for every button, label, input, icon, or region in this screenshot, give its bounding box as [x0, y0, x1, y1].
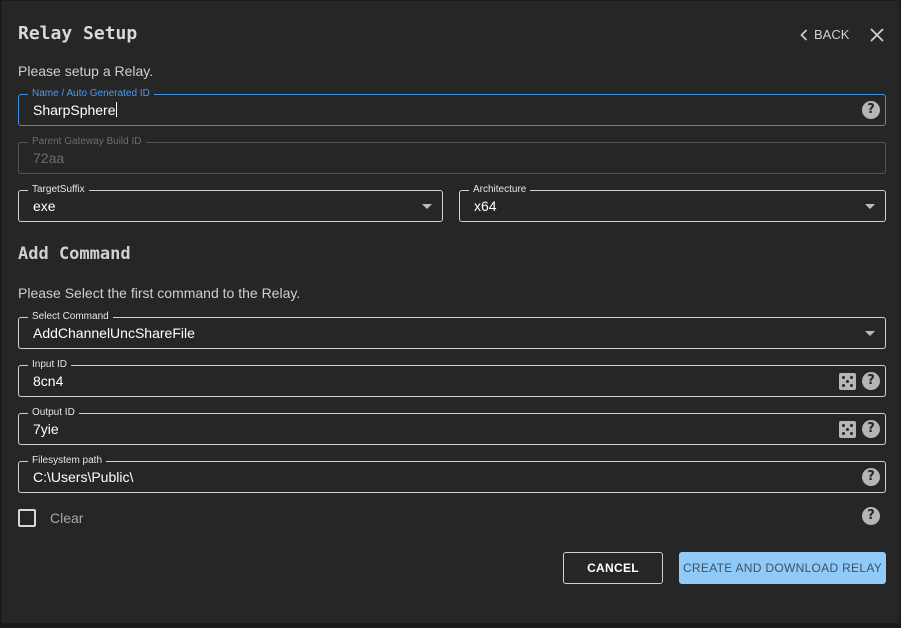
select-command-value: AddChannelUncShareFile: [33, 325, 195, 341]
relay-setup-dialog: Relay Setup BACK Please setup a Relay. N…: [2, 1, 899, 623]
input-id-value: 8cn4: [33, 373, 64, 389]
dropdown-arrow-icon: [422, 204, 432, 209]
architecture-label: Architecture: [469, 184, 531, 196]
page-title: Relay Setup: [18, 23, 138, 44]
output-id-field[interactable]: Output ID 7yie ?: [18, 407, 886, 445]
parent-gateway-build-id-field: Parent Gateway Build ID 72aa: [18, 136, 886, 174]
target-suffix-select[interactable]: TargetSuffix exe: [18, 184, 443, 222]
parent-gateway-value: 72aa: [33, 150, 65, 166]
help-icon[interactable]: ?: [862, 468, 880, 486]
output-id-label: Output ID: [28, 407, 79, 419]
select-command-label: Select Command: [28, 311, 113, 323]
help-icon[interactable]: ?: [862, 101, 880, 119]
architecture-select[interactable]: Architecture x64: [459, 184, 886, 222]
cancel-button[interactable]: CANCEL: [563, 552, 663, 584]
input-id-field[interactable]: Input ID 8cn4 ?: [18, 359, 886, 397]
dropdown-arrow-icon: [865, 331, 875, 336]
create-and-download-relay-button[interactable]: CREATE AND DOWNLOAD RELAY: [679, 552, 886, 584]
dice-icon[interactable]: [839, 421, 856, 438]
filesystem-path-field[interactable]: Filesystem path C:\Users\Public\ ?: [18, 455, 886, 493]
clear-checkbox[interactable]: [18, 509, 36, 527]
setup-subtitle: Please setup a Relay.: [18, 63, 154, 79]
input-id-label: Input ID: [28, 359, 72, 371]
architecture-value: x64: [474, 198, 497, 214]
dropdown-arrow-icon: [865, 204, 875, 209]
filesystem-path-value: C:\Users\Public\: [33, 469, 134, 485]
name-field-label: Name / Auto Generated ID: [28, 88, 154, 100]
target-suffix-label: TargetSuffix: [28, 184, 89, 196]
text-caret: [115, 102, 117, 117]
filesystem-path-label: Filesystem path: [28, 455, 107, 467]
parent-gateway-label: Parent Gateway Build ID: [28, 136, 146, 148]
help-icon[interactable]: ?: [862, 420, 880, 438]
help-icon[interactable]: ?: [862, 507, 880, 525]
clear-label: Clear: [50, 510, 84, 526]
back-label: BACK: [814, 27, 850, 42]
command-subtitle: Please Select the first command to the R…: [18, 285, 301, 301]
close-icon[interactable]: [868, 26, 886, 44]
back-button[interactable]: BACK: [800, 27, 849, 42]
output-id-value: 7yie: [33, 421, 59, 437]
add-command-title: Add Command: [18, 244, 131, 264]
select-command-select[interactable]: Select Command AddChannelUncShareFile: [18, 311, 886, 349]
chevron-left-icon: [800, 28, 808, 41]
name-field-value: SharpSphere: [33, 102, 116, 118]
dice-icon[interactable]: [839, 373, 856, 390]
name-field[interactable]: Name / Auto Generated ID SharpSphere ?: [18, 88, 886, 126]
target-suffix-value: exe: [33, 198, 56, 214]
name-field-value-wrap: SharpSphere: [33, 102, 117, 118]
help-icon[interactable]: ?: [862, 372, 880, 390]
